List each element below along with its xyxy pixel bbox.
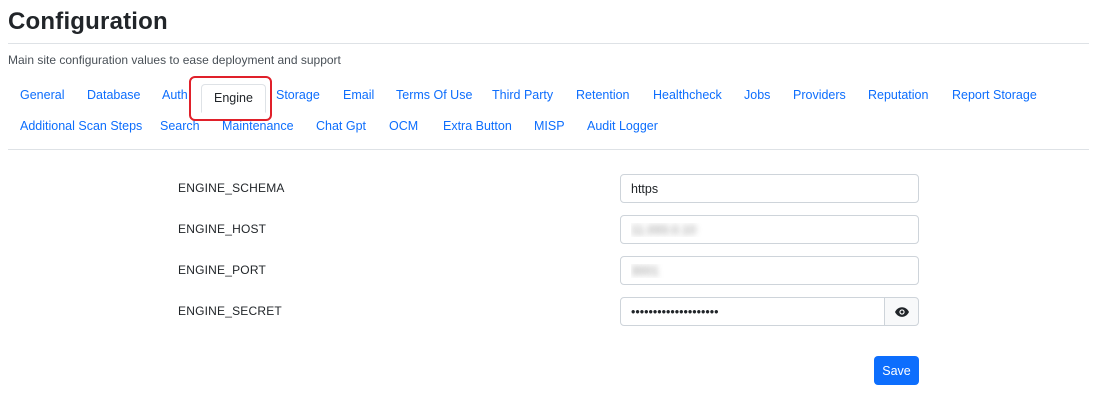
tab-audit-logger[interactable]: Audit Logger: [587, 111, 658, 141]
tab-jobs[interactable]: Jobs: [744, 80, 770, 110]
tab-report-storage[interactable]: Report Storage: [952, 80, 1037, 110]
tab-engine[interactable]: Engine: [201, 84, 266, 113]
page-subtitle: Main site configuration values to ease d…: [8, 53, 341, 67]
tab-email[interactable]: Email: [343, 80, 374, 110]
tab-row-1: General Database Auth Engine Storage Ema…: [8, 80, 1089, 113]
tab-maintenance[interactable]: Maintenance: [222, 111, 294, 141]
tab-auth[interactable]: Auth: [162, 80, 188, 110]
save-button[interactable]: Save: [874, 356, 919, 385]
engine-port-label: ENGINE_PORT: [178, 263, 266, 277]
tab-row-2: Additional Scan Steps Search Maintenance…: [8, 111, 1089, 142]
engine-schema-label: ENGINE_SCHEMA: [178, 181, 285, 195]
tab-reputation[interactable]: Reputation: [868, 80, 928, 110]
tab-ocm[interactable]: OCM: [389, 111, 418, 141]
engine-secret-input[interactable]: [620, 297, 885, 326]
tab-terms-of-use[interactable]: Terms Of Use: [396, 80, 472, 110]
engine-secret-row: ENGINE_SECRET: [0, 297, 1098, 326]
engine-schema-row: ENGINE_SCHEMA: [0, 174, 1098, 203]
tab-misp[interactable]: MISP: [534, 111, 565, 141]
show-password-button[interactable]: [884, 297, 919, 326]
engine-port-input[interactable]: [620, 256, 919, 285]
engine-host-label: ENGINE_HOST: [178, 222, 267, 236]
tab-search[interactable]: Search: [160, 111, 200, 141]
tab-third-party[interactable]: Third Party: [492, 80, 553, 110]
tab-general[interactable]: General: [20, 80, 64, 110]
tab-extra-button[interactable]: Extra Button: [443, 111, 512, 141]
tab-providers[interactable]: Providers: [793, 80, 846, 110]
configuration-page: Configuration Main site configuration va…: [0, 0, 1098, 393]
tabs-divider: [8, 149, 1089, 150]
tab-database[interactable]: Database: [87, 80, 141, 110]
title-divider: [8, 43, 1089, 44]
tab-chat-gpt[interactable]: Chat Gpt: [316, 111, 366, 141]
eye-icon: [894, 306, 909, 317]
tab-storage[interactable]: Storage: [276, 80, 320, 110]
tab-additional-scan-steps[interactable]: Additional Scan Steps: [20, 111, 142, 141]
engine-host-input[interactable]: [620, 215, 919, 244]
engine-secret-label: ENGINE_SECRET: [178, 304, 282, 318]
engine-port-row: ENGINE_PORT: [0, 256, 1098, 285]
engine-schema-input[interactable]: [620, 174, 919, 203]
config-tabs: General Database Auth Engine Storage Ema…: [8, 80, 1089, 142]
page-title: Configuration: [8, 8, 168, 35]
tab-retention[interactable]: Retention: [576, 80, 630, 110]
engine-host-row: ENGINE_HOST: [0, 215, 1098, 244]
tab-healthcheck[interactable]: Healthcheck: [653, 80, 722, 110]
